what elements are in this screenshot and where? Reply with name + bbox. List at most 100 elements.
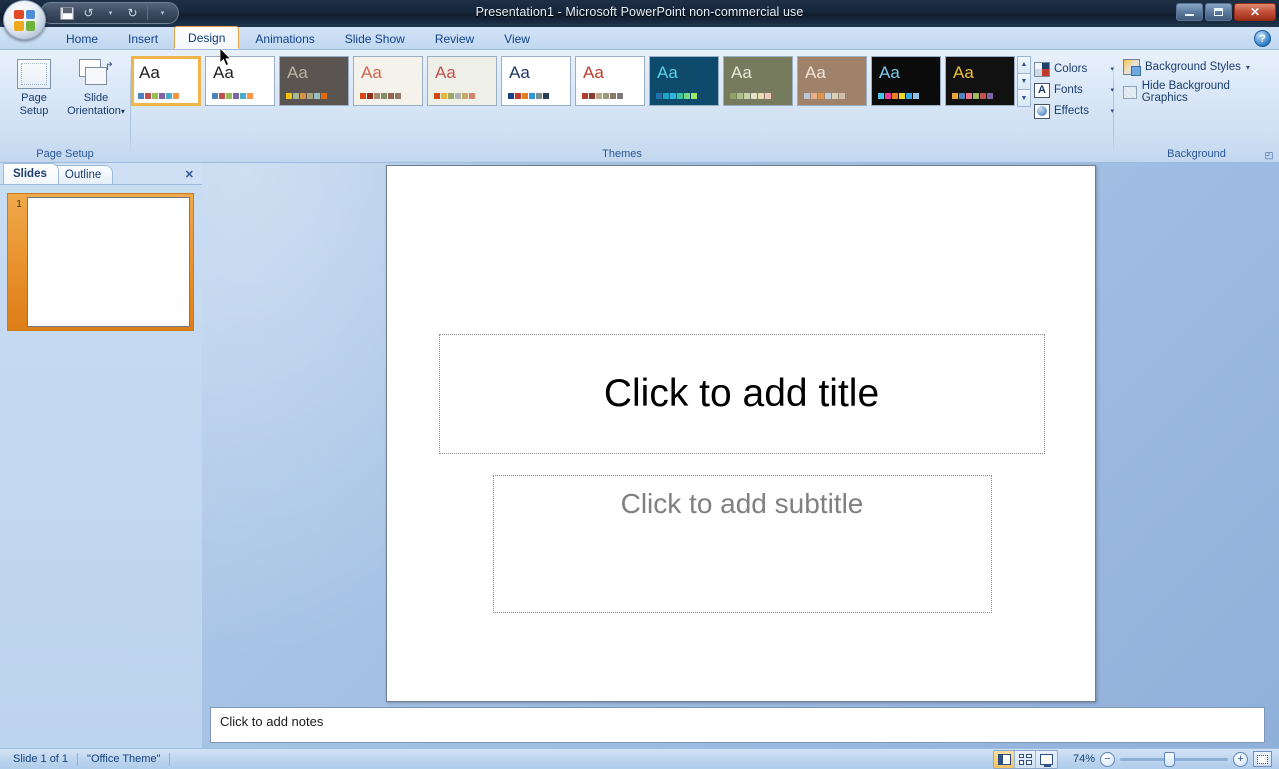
- office-logo-icon: [14, 9, 35, 31]
- zoom-slider-thumb[interactable]: [1164, 751, 1175, 767]
- pane-tab-outline[interactable]: Outline: [54, 165, 114, 184]
- theme-sample-text: Aa: [213, 63, 234, 82]
- ribbon-tab-review[interactable]: Review: [421, 28, 488, 49]
- slide-orientation-caret-icon[interactable]: ▾: [121, 107, 125, 116]
- zoom-level-label: 74%: [1072, 753, 1095, 765]
- background-dialog-launcher-icon[interactable]: ◰: [1263, 149, 1275, 161]
- theme-thumbnail-2[interactable]: Aa: [279, 56, 349, 106]
- theme-color-swatches: [286, 93, 327, 99]
- slide-editor: Click to add title Click to add subtitle…: [202, 163, 1279, 748]
- theme-thumbnail-8[interactable]: Aa: [723, 56, 793, 106]
- theme-thumbnail-3[interactable]: Aa: [353, 56, 423, 106]
- theme-thumbnail-11[interactable]: Aa: [945, 56, 1015, 106]
- theme-sample-text: Aa: [731, 63, 752, 82]
- zoom-slider[interactable]: [1120, 751, 1228, 767]
- ribbon-group-background: Background Styles ▾ Hide Background Grap…: [1114, 52, 1279, 162]
- page-setup-button[interactable]: Page Setup: [3, 56, 65, 121]
- ribbon-tab-slideshow[interactable]: Slide Show: [331, 28, 419, 49]
- theme-sample-text: Aa: [657, 63, 678, 82]
- window-title: Presentation1 - Microsoft PowerPoint non…: [475, 5, 804, 19]
- theme-thumbnail-0[interactable]: Aa: [131, 56, 201, 106]
- theme-sample-text: Aa: [435, 63, 456, 82]
- zoom-in-button[interactable]: +: [1233, 751, 1248, 767]
- theme-sample-text: Aa: [805, 63, 826, 82]
- checkbox-icon[interactable]: [1123, 85, 1137, 99]
- ribbon-tab-design[interactable]: Design: [174, 26, 240, 49]
- slide-thumbnail-1[interactable]: 1: [7, 193, 194, 331]
- theme-fonts-button[interactable]: A Fonts ▾: [1031, 80, 1117, 100]
- themes-gallery[interactable]: Aa Aa Aa Aa Aa Aa Aa Aa Aa Aa Aa Aa: [131, 56, 1015, 106]
- theme-thumbnail-5[interactable]: Aa: [501, 56, 571, 106]
- theme-thumbnail-9[interactable]: Aa: [797, 56, 867, 106]
- theme-effects-label: Effects: [1054, 105, 1089, 117]
- colors-icon: [1034, 61, 1050, 77]
- subtitle-placeholder[interactable]: Click to add subtitle: [492, 474, 992, 613]
- gallery-scroll-up-icon[interactable]: ▲: [1017, 56, 1031, 74]
- zoom-out-button[interactable]: −: [1100, 751, 1115, 767]
- background-styles-button[interactable]: Background Styles ▾: [1120, 56, 1253, 78]
- window-controls: ✕: [1176, 3, 1276, 21]
- slide-counter: Slide 1 of 1: [13, 753, 69, 765]
- theme-thumbnail-10[interactable]: Aa: [871, 56, 941, 106]
- ribbon-tab-bar: Home Insert Design Animations Slide Show Revi…: [0, 26, 1279, 50]
- page-setup-group-label: Page Setup: [36, 148, 94, 160]
- status-bar-right: 74% − +: [993, 749, 1275, 769]
- themes-gallery-scrollbar[interactable]: ▲ ▼ ▼: [1017, 56, 1031, 108]
- theme-thumbnail-4[interactable]: Aa: [427, 56, 497, 106]
- view-button-slide-show[interactable]: [1036, 750, 1057, 768]
- status-separator: [169, 752, 171, 766]
- gallery-more-icon[interactable]: ▼: [1017, 89, 1031, 108]
- gallery-scroll-down-icon[interactable]: ▼: [1017, 72, 1031, 91]
- fonts-icon: A: [1034, 82, 1050, 98]
- pane-tab-bar: Slides Outline ✕: [0, 163, 202, 184]
- slide-orientation-button[interactable]: ↱ Slide Orientation▾: [65, 56, 127, 121]
- ribbon-tab-animations[interactable]: Animations: [241, 28, 328, 49]
- title-placeholder[interactable]: Click to add title: [438, 333, 1045, 454]
- subtitle-placeholder-text: Click to add subtitle: [620, 487, 864, 519]
- restore-button[interactable]: [1205, 3, 1232, 21]
- office-button[interactable]: [3, 0, 46, 40]
- theme-color-swatches: [656, 93, 697, 99]
- ribbon-tab-view[interactable]: View: [490, 28, 544, 49]
- theme-fonts-label: Fonts: [1054, 84, 1083, 96]
- notes-pane[interactable]: Click to add notes: [210, 707, 1265, 743]
- theme-color-swatches: [952, 93, 993, 99]
- theme-effects-button[interactable]: Effects ▾: [1031, 101, 1117, 121]
- theme-color-swatches: [804, 93, 845, 99]
- view-button-slide-sorter[interactable]: [1015, 750, 1036, 768]
- pane-tab-slides[interactable]: Slides: [3, 163, 59, 184]
- theme-color-swatches: [878, 93, 919, 99]
- main-area: Slides Outline ✕ 1 Click to add title Clic…: [0, 163, 1279, 748]
- hide-background-graphics-label: Hide Background Graphics: [1141, 80, 1230, 104]
- theme-colors-button[interactable]: Colors ▾: [1031, 59, 1117, 79]
- minimize-button[interactable]: [1176, 3, 1203, 21]
- theme-thumbnail-1[interactable]: Aa: [205, 56, 275, 106]
- page-setup-icon: [17, 59, 51, 89]
- close-button[interactable]: ✕: [1234, 3, 1276, 21]
- hide-background-graphics-checkbox[interactable]: Hide Background Graphics: [1120, 80, 1279, 104]
- theme-color-swatches: [730, 93, 771, 99]
- ribbon-tab-insert[interactable]: Insert: [114, 28, 172, 49]
- title-placeholder-text: Click to add title: [603, 371, 880, 415]
- theme-thumbnail-7[interactable]: Aa: [649, 56, 719, 106]
- background-styles-label: Background Styles: [1145, 61, 1241, 73]
- background-styles-caret-icon[interactable]: ▾: [1246, 63, 1250, 72]
- close-pane-icon[interactable]: ✕: [185, 168, 194, 181]
- fit-to-window-button[interactable]: [1253, 751, 1272, 767]
- help-button[interactable]: ?: [1254, 30, 1271, 47]
- theme-sample-text: Aa: [139, 63, 160, 82]
- slide-preview[interactable]: [27, 197, 190, 327]
- theme-variants: Colors ▾ A Fonts ▾ Effects ▾: [1031, 56, 1117, 121]
- notes-pane-wrapper: Click to add notes: [202, 703, 1279, 748]
- slide-orientation-icon: ↱: [77, 59, 115, 89]
- view-button-normal[interactable]: [994, 750, 1015, 768]
- ribbon: Page Setup ↱ Slide Orientation▾ Page Set…: [0, 50, 1279, 163]
- slide-number: 1: [16, 199, 22, 210]
- view-buttons: [993, 749, 1058, 769]
- status-bar: Slide 1 of 1 "Office Theme" 74% − +: [0, 748, 1279, 769]
- themes-group-label: Themes: [602, 148, 642, 160]
- ribbon-tab-home[interactable]: Home: [52, 28, 112, 49]
- theme-thumbnail-6[interactable]: Aa: [575, 56, 645, 106]
- slide-canvas[interactable]: Click to add title Click to add subtitle: [385, 164, 1096, 702]
- slide-thumbnail-list[interactable]: 1: [0, 184, 202, 748]
